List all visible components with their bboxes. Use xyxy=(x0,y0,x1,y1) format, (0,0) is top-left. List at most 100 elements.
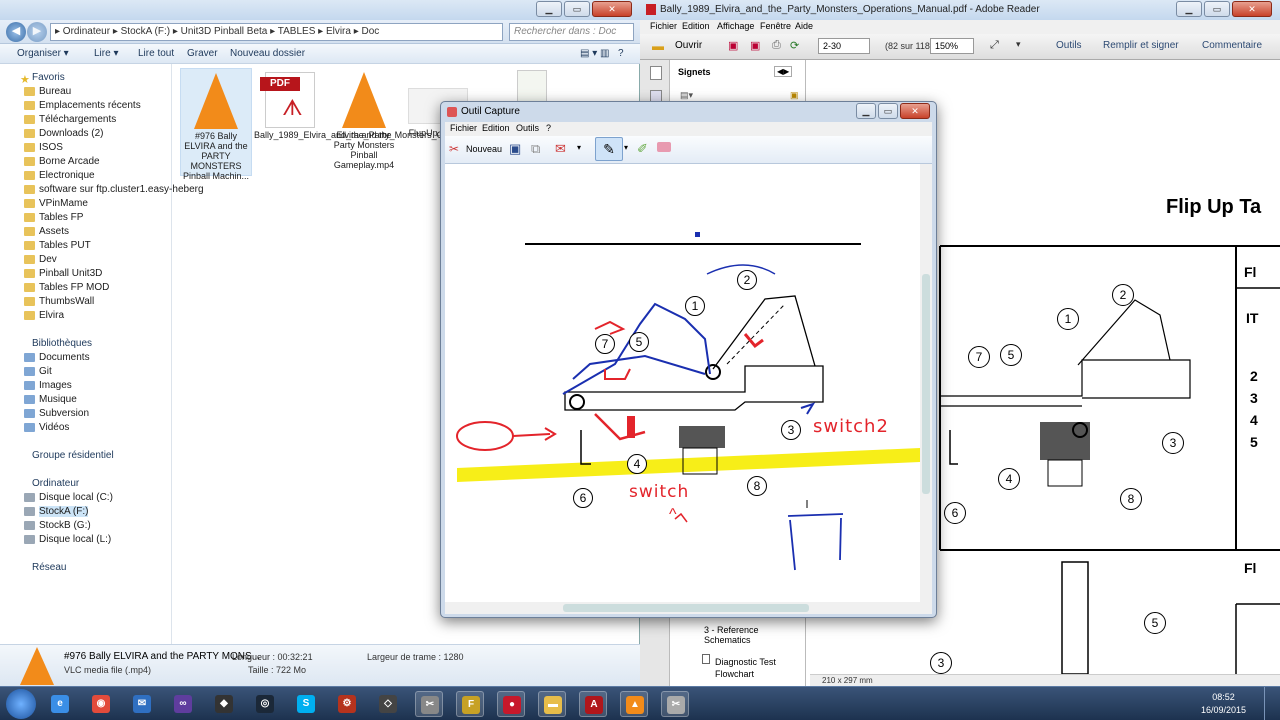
collapse-icon[interactable]: ◀▶ xyxy=(774,66,793,77)
menu-help[interactable]: Aide xyxy=(795,21,813,31)
sidebar-item[interactable]: Téléchargements xyxy=(39,114,116,125)
send-email-icon[interactable]: ✉ xyxy=(555,141,566,157)
sidebar-item[interactable]: Vidéos xyxy=(39,422,69,433)
sidebar-item[interactable]: Musique xyxy=(39,394,77,405)
taskbar-folder-icon[interactable]: ▬ xyxy=(538,691,566,717)
minimize-icon[interactable]: ▁ xyxy=(856,103,876,119)
taskbar-fpm-icon[interactable]: F xyxy=(456,691,484,717)
sidebar-item[interactable]: Dev xyxy=(39,254,57,265)
sidebar-item[interactable]: VPinMame xyxy=(39,198,88,209)
taskbar-unity-icon[interactable]: ◆ xyxy=(210,691,238,717)
file-item-pdf[interactable]: PDF ᗑ Bally_1989_Elvira_and_the_Party_Mo… xyxy=(254,68,530,176)
menu-file[interactable]: Fichier xyxy=(450,123,477,133)
back-icon[interactable]: ◀ xyxy=(6,22,26,42)
preview-pane-icon[interactable]: ▥ xyxy=(600,48,609,59)
menu-view[interactable]: Affichage xyxy=(717,21,754,31)
close-icon[interactable]: ✕ xyxy=(1232,1,1272,17)
file-item-vlc-2[interactable]: Elvira and the Party Monsters Pinball Ga… xyxy=(328,68,400,176)
show-desktop-button[interactable] xyxy=(1264,687,1278,720)
file-item-vlc-1[interactable]: #976 Bally ELVIRA and the PARTY MONSTERS… xyxy=(180,68,252,181)
taskbar-pdfred-icon[interactable]: ● xyxy=(497,691,525,717)
copy-icon[interactable]: ⧉ xyxy=(531,141,540,157)
pen-dropdown-icon[interactable]: ▾ xyxy=(624,143,628,152)
sidebar-item[interactable]: Tables PUT xyxy=(39,240,91,251)
scroll-thumb[interactable] xyxy=(922,274,930,494)
sidebar-item[interactable]: ThumbsWall xyxy=(39,296,94,307)
explorer-titlebar[interactable]: ▁ ▭ ✕ xyxy=(0,0,640,20)
burn-button[interactable]: Graver xyxy=(187,48,218,59)
menu-edit[interactable]: Edition xyxy=(482,123,510,133)
taskbar-snip-icon[interactable]: ✂ xyxy=(415,691,443,717)
new-folder-button[interactable]: Nouveau dossier xyxy=(230,48,305,59)
organize-button[interactable]: Organiser ▾ xyxy=(17,48,69,59)
help-icon[interactable]: ? xyxy=(618,48,624,59)
sidebar-item[interactable]: Assets xyxy=(39,226,69,237)
taskbar-ie-icon[interactable]: e xyxy=(46,691,74,717)
taskbar-vs-icon[interactable]: ∞ xyxy=(169,691,197,717)
sidebar-item[interactable]: Disque local (L:) xyxy=(39,534,111,545)
scroll-thumb[interactable] xyxy=(563,604,809,612)
new-snip-button[interactable]: Nouveau xyxy=(466,144,502,154)
sidebar-item[interactable]: Borne Arcade xyxy=(39,156,100,167)
save-icon[interactable]: ▣ xyxy=(509,141,521,157)
sidebar-item[interactable]: Disque local (C:) xyxy=(39,492,113,503)
nav-libraries[interactable]: Bibliothèques xyxy=(32,338,92,349)
highlighter-icon[interactable]: ✐ xyxy=(637,141,648,157)
export-icon[interactable]: ▣ xyxy=(750,39,760,52)
pen-icon[interactable]: ✎ xyxy=(595,137,623,161)
bookmark-options-icon[interactable]: ▤▾ xyxy=(680,90,693,101)
fit-page-icon[interactable]: ⤢ xyxy=(990,39,999,52)
taskbar-acrobat-icon[interactable]: A xyxy=(579,691,607,717)
sidebar-item[interactable]: Tables FP MOD xyxy=(39,282,109,293)
page-thumbnails-icon[interactable] xyxy=(650,66,662,80)
eraser-icon[interactable] xyxy=(657,142,671,152)
close-icon[interactable]: ✕ xyxy=(900,103,930,119)
play-button[interactable]: Lire ▾ xyxy=(94,48,118,59)
fill-sign-button[interactable]: Remplir et signer xyxy=(1103,40,1179,51)
comment-button[interactable]: Commentaire xyxy=(1202,40,1262,51)
new-snip-icon[interactable]: ✂ xyxy=(449,142,459,156)
snip-canvas[interactable]: switch2 switch 1 2 3 4 5 6 7 8 ^ xyxy=(445,164,932,602)
open-folder-icon[interactable]: ▬ xyxy=(652,39,664,53)
view-options-icon[interactable]: ▤ ▾ xyxy=(580,48,597,59)
print-icon[interactable]: ⎙ xyxy=(772,39,781,52)
dropdown-icon[interactable]: ▾ xyxy=(577,143,581,152)
horizontal-scrollbar[interactable] xyxy=(445,602,932,614)
taskbar-thunderbird-icon[interactable]: ✉ xyxy=(128,691,156,717)
sidebar-item[interactable]: Elvira xyxy=(39,310,64,321)
sidebar-item[interactable]: Tables FP xyxy=(39,212,83,223)
system-clock[interactable]: 08:52 16/09/2015 xyxy=(1201,691,1246,717)
close-icon[interactable]: ✕ xyxy=(592,1,632,17)
sidebar-item[interactable]: Downloads (2) xyxy=(39,128,103,139)
bookmark-item[interactable]: 3 - Reference Schematics xyxy=(704,625,805,645)
snip-titlebar[interactable]: Outil Capture ▁ ▭ ✕ xyxy=(441,102,936,122)
adobe-titlebar[interactable]: Bally_1989_Elvira_and_the_Party_Monsters… xyxy=(640,0,1280,20)
nav-network[interactable]: Réseau xyxy=(32,562,66,573)
forward-icon[interactable]: ▶ xyxy=(27,22,47,42)
maximize-icon[interactable]: ▭ xyxy=(878,103,898,119)
zoom-input[interactable]: 150% xyxy=(930,38,974,54)
bookmark-item[interactable]: Diagnostic Test Flowchart xyxy=(715,656,795,680)
breadcrumb[interactable]: ▸ Ordinateur ▸ StockA (F:) ▸ Unit3D Pinb… xyxy=(50,23,503,41)
nav-homegroup[interactable]: Groupe résidentiel xyxy=(32,450,114,461)
sidebar-item[interactable]: Emplacements récents xyxy=(39,100,141,111)
sidebar-item[interactable]: Bureau xyxy=(39,86,71,97)
maximize-icon[interactable]: ▭ xyxy=(564,1,590,17)
sidebar-item[interactable]: StockA (F:) xyxy=(39,506,89,517)
search-input[interactable]: Rechercher dans : Doc xyxy=(509,23,634,41)
sidebar-item[interactable]: Git xyxy=(39,366,52,377)
taskbar-steam-icon[interactable]: ◎ xyxy=(251,691,279,717)
nav-favorites[interactable]: Favoris xyxy=(32,72,65,83)
menu-tools[interactable]: Outils xyxy=(516,123,539,133)
menu-edit[interactable]: Edition xyxy=(682,21,710,31)
bookmark-tag-icon[interactable]: ▣ xyxy=(790,90,799,101)
taskbar-vlc-icon[interactable]: ▲ xyxy=(620,691,648,717)
menu-window[interactable]: Fenêtre xyxy=(760,21,791,31)
start-button[interactable] xyxy=(6,689,36,719)
sidebar-item[interactable]: Documents xyxy=(39,352,90,363)
sidebar-item[interactable]: Images xyxy=(39,380,72,391)
maximize-icon[interactable]: ▭ xyxy=(1204,1,1230,17)
open-button[interactable]: Ouvrir xyxy=(675,40,702,51)
taskbar-pinball-icon[interactable]: ⚙ xyxy=(333,691,361,717)
menu-help[interactable]: ? xyxy=(546,123,551,133)
